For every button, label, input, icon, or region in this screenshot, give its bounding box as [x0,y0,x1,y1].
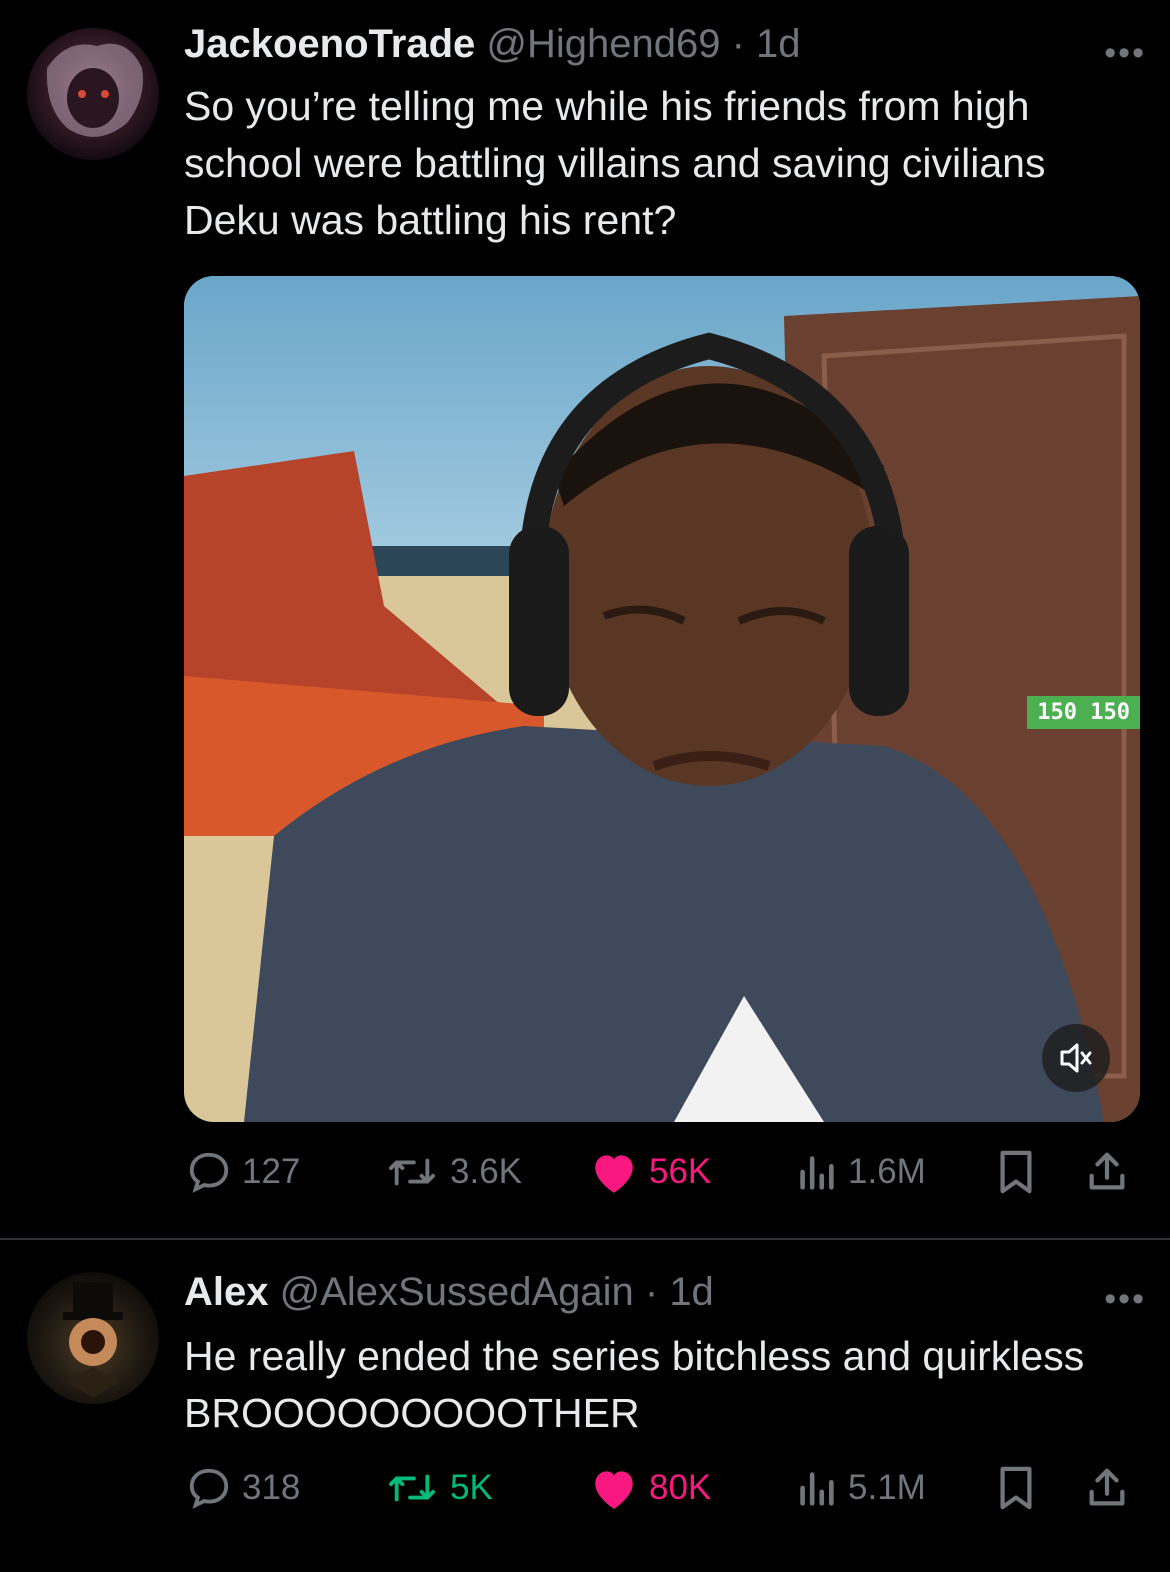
bookmark-button[interactable] [996,1458,1036,1518]
share-icon [1089,1152,1125,1190]
reply-count: 318 [242,1468,301,1507]
retweet-count: 3.6K [450,1152,522,1191]
display-name[interactable]: Alex [184,1270,269,1314]
share-button[interactable] [1084,1458,1130,1518]
retweet-button[interactable]: 5K [384,1458,493,1518]
tweet[interactable]: Alex @AlexSussedAgain · 1d ••• He really… [0,1240,1170,1572]
share-icon [1089,1468,1125,1506]
tweet-header: JackoenoTrade @Highend69 · 1d [184,22,801,66]
views-button[interactable]: 5.1M [794,1458,926,1518]
like-button[interactable]: 56K [589,1142,711,1202]
like-count: 80K [649,1468,712,1507]
views-icon [800,1156,834,1190]
retweet-icon [389,1158,436,1186]
more-icon[interactable]: ••• [1104,1280,1146,1319]
video-frame [184,276,1140,1122]
view-count: 1.6M [848,1152,926,1191]
retweet-count: 5K [450,1468,493,1507]
like-button[interactable]: 80K [589,1458,711,1518]
heart-icon [595,1155,633,1193]
tweet-text: He really ended the series bitchless and… [184,1333,1085,1436]
tweet-text: So you’re telling me while his friends f… [184,83,1046,243]
tweet-header: Alex @AlexSussedAgain · 1d [184,1270,714,1314]
views-icon [800,1472,834,1506]
retweet-icon [389,1474,436,1502]
tweet[interactable]: JackoenoTrade @Highend69 · 1d ••• So you… [0,0,1170,1238]
avatar[interactable] [27,28,159,160]
reply-icon [189,1468,229,1509]
tweet-video[interactable]: 150 150 [184,276,1140,1122]
reply-icon [189,1152,229,1193]
share-button[interactable] [1084,1142,1130,1202]
tweet-actions: 127 3.6K 56K 1.6M [184,1142,1134,1202]
tweet-actions: 318 5K 80K 5.1M [184,1458,1134,1518]
user-handle[interactable]: @Highend69 [486,22,720,66]
video-score-overlay: 150 150 [1027,696,1140,729]
user-handle[interactable]: @AlexSussedAgain [280,1270,634,1314]
heart-icon [595,1471,633,1509]
retweet-button[interactable]: 3.6K [384,1142,522,1202]
view-count: 5.1M [848,1468,926,1507]
mute-icon[interactable] [1042,1024,1110,1092]
timestamp[interactable]: 1d [756,22,801,66]
views-button[interactable]: 1.6M [794,1142,926,1202]
bookmark-icon [1000,1150,1032,1194]
more-icon[interactable]: ••• [1104,34,1146,73]
reply-button[interactable]: 318 [186,1458,300,1518]
display-name[interactable]: JackoenoTrade [184,22,475,66]
reply-count: 127 [242,1152,301,1191]
timestamp[interactable]: 1d [669,1270,714,1314]
like-count: 56K [649,1152,712,1191]
reply-button[interactable]: 127 [186,1142,300,1202]
avatar[interactable] [27,1272,159,1404]
bookmark-icon [1000,1466,1032,1510]
bookmark-button[interactable] [996,1142,1036,1202]
